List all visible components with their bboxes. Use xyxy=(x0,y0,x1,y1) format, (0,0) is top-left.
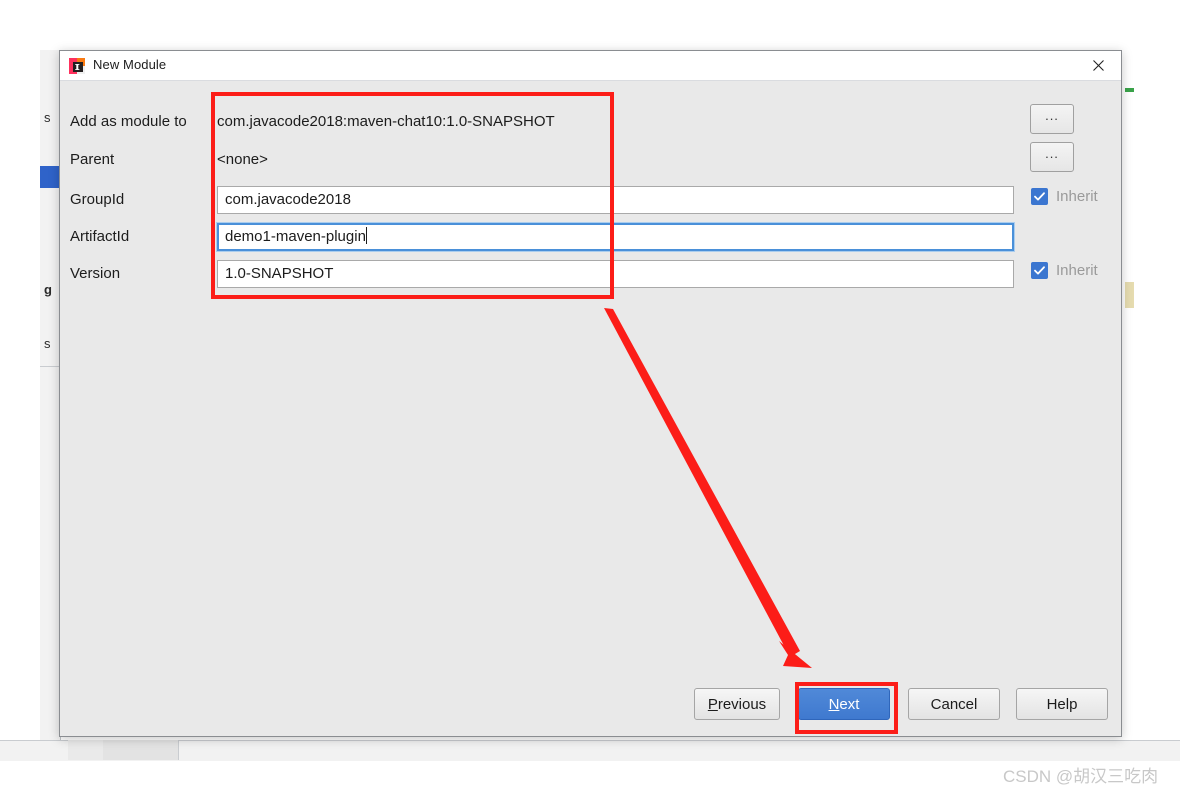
help-button-label: Help xyxy=(1046,695,1078,713)
background-status-cell-1 xyxy=(68,740,104,760)
ellipsis-icon: ... xyxy=(1045,108,1059,123)
background-tree-selected-row xyxy=(40,166,60,188)
background-panel-divider xyxy=(40,366,60,367)
version-input[interactable]: 1.0-SNAPSHOT xyxy=(217,260,1014,288)
version-inherit-label: Inherit xyxy=(1056,262,1098,279)
background-project-tree-panel xyxy=(40,50,61,740)
artifactid-input[interactable]: demo1-maven-plugin xyxy=(217,223,1014,251)
groupid-inherit-checkbox[interactable]: Inherit xyxy=(1031,188,1098,205)
label-version: Version xyxy=(70,265,121,282)
module-coordinates-form: Add as module to com.javacode2018:maven-… xyxy=(60,81,1121,681)
form-row-add-as-module-to: Add as module to com.javacode2018:maven-… xyxy=(60,104,1121,140)
label-add-as-module-to: Add as module to xyxy=(70,113,187,130)
dialog-title: New Module xyxy=(93,57,167,72)
background-tree-item-2: s xyxy=(44,336,51,351)
csdn-watermark: CSDN @胡汉三吃肉 xyxy=(1003,767,1159,786)
form-row-groupid: GroupId com.javacode2018 Inherit xyxy=(60,184,1121,218)
previous-button-mnemonic: P xyxy=(707,695,718,713)
checkbox-checked-icon xyxy=(1031,188,1048,205)
dialog-button-bar: Previous Next Cancel Help xyxy=(60,674,1121,736)
groupid-input[interactable]: com.javacode2018 xyxy=(217,186,1014,214)
text-caret xyxy=(365,227,367,244)
ellipsis-icon: ... xyxy=(1045,146,1059,161)
form-row-parent: Parent <none> ... xyxy=(60,142,1121,178)
close-icon[interactable] xyxy=(1075,51,1121,80)
form-row-version: Version 1.0-SNAPSHOT Inherit xyxy=(60,258,1121,292)
background-tree-item-0: s xyxy=(44,110,51,125)
dialog-title-bar: New Module xyxy=(60,51,1121,81)
background-marker-tan xyxy=(1125,282,1134,308)
previous-button[interactable]: Previous xyxy=(694,688,780,720)
background-status-cell-2 xyxy=(103,740,179,760)
previous-button-label: revious xyxy=(717,695,767,713)
form-row-artifactid: ArtifactId demo1-maven-plugin xyxy=(60,221,1121,255)
background-left-strip xyxy=(0,50,40,740)
cancel-button-label: Cancel xyxy=(930,695,978,713)
background-marker-green xyxy=(1125,88,1134,92)
label-artifactid: ArtifactId xyxy=(70,228,130,245)
background-tree-item-1: g xyxy=(44,282,52,297)
background-status-cell-0 xyxy=(0,740,69,760)
label-groupid: GroupId xyxy=(70,191,125,208)
groupid-inherit-label: Inherit xyxy=(1056,188,1098,205)
next-button-mnemonic: N xyxy=(828,695,840,713)
value-add-as-module-to: com.javacode2018:maven-chat10:1.0-SNAPSH… xyxy=(217,113,555,130)
cancel-button[interactable]: Cancel xyxy=(908,688,1000,720)
next-button[interactable]: Next xyxy=(798,688,890,720)
background-editor-area xyxy=(1134,50,1180,740)
value-parent: <none> xyxy=(217,151,268,168)
checkbox-checked-icon xyxy=(1031,262,1048,279)
browse-module-button[interactable]: ... xyxy=(1030,104,1074,134)
artifactid-input-text: demo1-maven-plugin xyxy=(225,228,366,245)
help-button[interactable]: Help xyxy=(1016,688,1108,720)
intellij-idea-icon xyxy=(69,58,85,74)
label-parent: Parent xyxy=(70,151,115,168)
new-module-dialog: New Module Add as module to com.javacode… xyxy=(59,50,1122,737)
version-inherit-checkbox[interactable]: Inherit xyxy=(1031,262,1098,279)
browse-parent-button[interactable]: ... xyxy=(1030,142,1074,172)
next-button-label: ext xyxy=(839,695,860,713)
